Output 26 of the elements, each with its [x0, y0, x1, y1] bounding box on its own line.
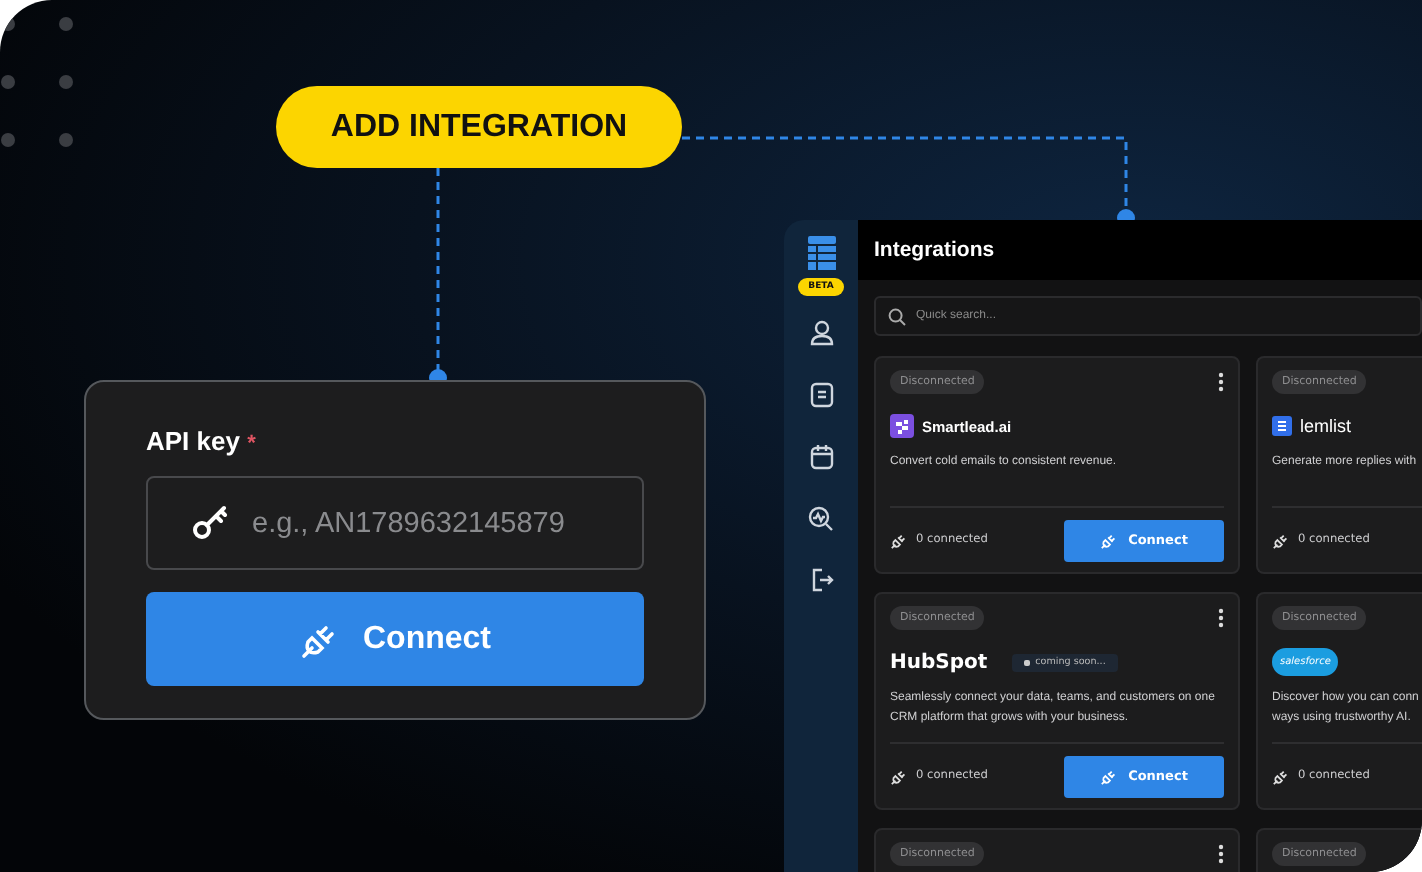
- calendar-icon[interactable]: [809, 444, 833, 470]
- user-icon[interactable]: [809, 320, 833, 346]
- required-mark: *: [247, 432, 256, 456]
- api-key-label: API key *: [146, 426, 258, 456]
- key-icon: [192, 504, 232, 540]
- more-options-icon[interactable]: [1218, 608, 1224, 628]
- plug-icon: [890, 767, 908, 785]
- logo-icon: [805, 236, 837, 272]
- plug-icon: [1100, 767, 1119, 785]
- brand-name: lemlist: [1300, 416, 1352, 436]
- plug-icon: [890, 531, 908, 549]
- more-options-icon[interactable]: [1218, 372, 1224, 392]
- lemlist-logo-icon: [1272, 416, 1292, 436]
- plug-icon: [1272, 531, 1290, 549]
- plug-icon: [1100, 531, 1119, 549]
- plug-icon: [1272, 767, 1290, 785]
- analytics-search-icon[interactable]: [808, 506, 834, 532]
- hubspot-logo: HubSpot: [890, 651, 988, 673]
- smartlead-logo-icon: [890, 414, 914, 438]
- api-key-field[interactable]: e.g., AN1789632145879: [146, 476, 644, 570]
- connect-button[interactable]: Connect: [146, 592, 644, 686]
- add-integration-badge: ADD INTEGRATION: [276, 86, 682, 168]
- document-icon[interactable]: [809, 382, 833, 408]
- logout-icon[interactable]: [809, 568, 833, 592]
- more-options-icon[interactable]: [1218, 844, 1224, 864]
- page-title: Integrations: [874, 238, 995, 262]
